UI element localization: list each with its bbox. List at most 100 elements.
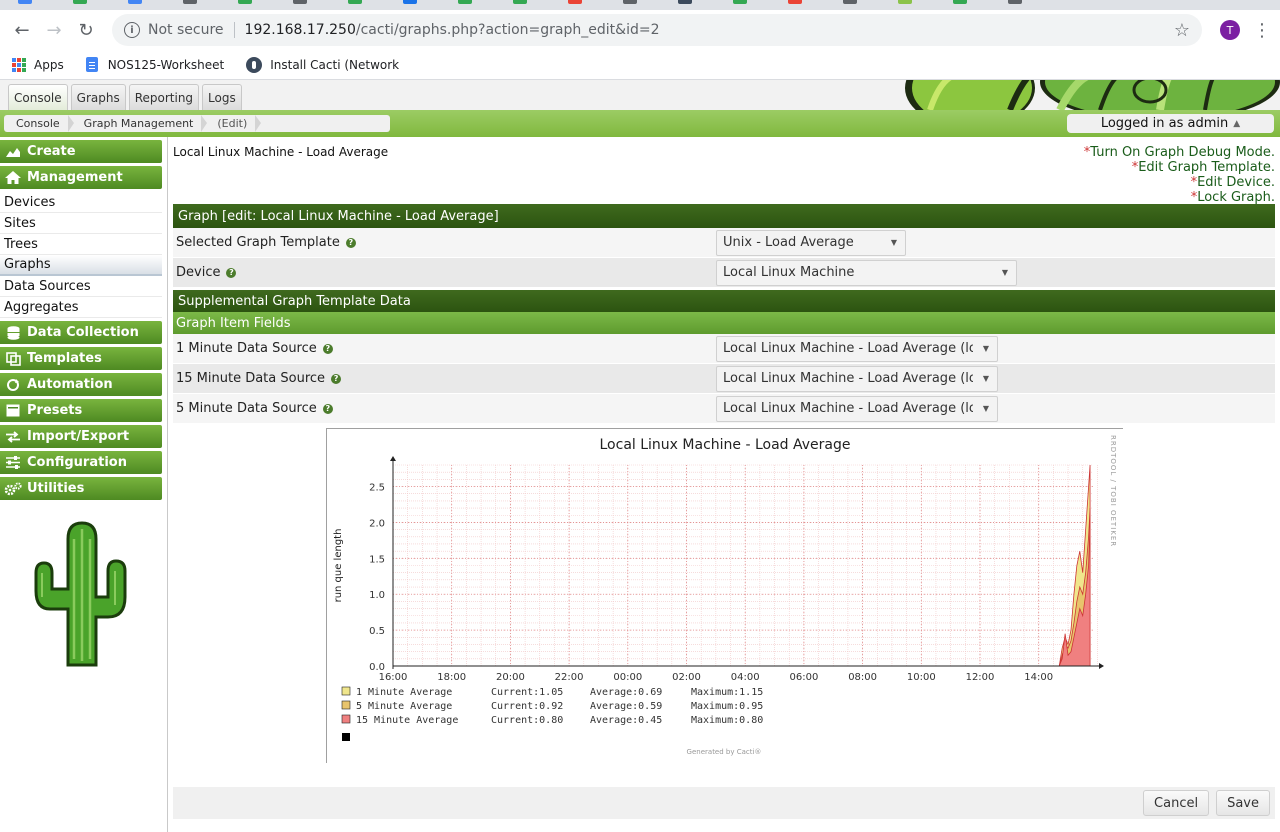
browser-tab-favicon[interactable] [1008, 0, 1022, 4]
reload-icon[interactable]: ↻ [72, 16, 100, 44]
rrdtool-watermark: RRDTOOL / TOBI OETIKER [1109, 435, 1117, 547]
cancel-button[interactable]: Cancel [1143, 790, 1210, 816]
browser-tab-favicon[interactable] [403, 0, 417, 4]
copy-icon [4, 351, 22, 366]
help-icon[interactable]: ? [322, 343, 333, 354]
action-edit-device[interactable]: *Edit Device. [1084, 175, 1275, 190]
device-select[interactable]: Local Linux Machine ▼ [716, 259, 1017, 286]
browser-tab-favicon[interactable] [128, 0, 142, 4]
bookmark-apps[interactable]: Apps [12, 57, 64, 72]
x-tick-label: 18:00 [437, 672, 466, 683]
bookmark-install-cacti[interactable]: Install Cacti (Network [246, 56, 400, 73]
breadcrumb-console[interactable]: Console [4, 115, 74, 132]
browser-tab-favicon[interactable] [183, 0, 197, 4]
help-icon[interactable]: ? [331, 373, 342, 384]
browser-tab-favicon[interactable] [678, 0, 692, 4]
save-button[interactable]: Save [1216, 790, 1270, 816]
action-label: Turn On Graph Debug Mode. [1090, 145, 1275, 160]
generated-by-label: Generated by Cacti® [687, 748, 762, 756]
x-tick-label: 08:00 [848, 672, 877, 683]
tab-graphs[interactable]: Graphs [70, 84, 126, 110]
presets-icon [4, 404, 22, 418]
sidebar-data-collection[interactable]: Data Collection [0, 321, 162, 344]
legend-current: Current:0.92 [491, 701, 563, 712]
1min-ds-select[interactable]: Local Linux Machine - Load Average (load… [716, 335, 998, 362]
cacti-banner-art [860, 80, 1280, 110]
sidebar-item-aggregates[interactable]: Aggregates [0, 297, 162, 318]
field-label: Selected Graph Template? [173, 235, 716, 250]
breadcrumb-edit: (Edit) [205, 115, 262, 132]
browser-menu-icon[interactable]: ⋮ [1252, 20, 1272, 41]
tab-console[interactable]: Console [8, 84, 68, 110]
x-tick-label: 16:00 [379, 672, 408, 683]
chevron-down-icon: ▼ [1001, 268, 1008, 277]
legend-maximum: Maximum:0.95 [691, 701, 763, 712]
browser-tab-favicon[interactable] [953, 0, 967, 4]
browser-tab-favicon[interactable] [18, 0, 32, 4]
sidebar-item-trees[interactable]: Trees [0, 234, 162, 255]
action-lock-graph[interactable]: *Lock Graph. [1084, 190, 1275, 205]
sidebar-create[interactable]: Create [0, 140, 162, 163]
x-tick-label: 20:00 [496, 672, 525, 683]
bookmark-nos125-worksheet[interactable]: NOS125-Worksheet [85, 57, 225, 72]
15min-ds-select[interactable]: Local Linux Machine - Load Average (load… [716, 365, 998, 392]
bookmark-star-icon[interactable]: ☆ [1174, 20, 1190, 41]
help-icon[interactable]: ? [322, 403, 333, 414]
browser-tab-favicon[interactable] [238, 0, 252, 4]
5min-ds-select[interactable]: Local Linux Machine - Load Average (load… [716, 395, 998, 422]
browser-tab-favicon[interactable] [458, 0, 472, 4]
browser-tab-favicon[interactable] [293, 0, 307, 4]
sidebar-utilities[interactable]: Utilities [0, 477, 162, 500]
sidebar-item-data-sources[interactable]: Data Sources [0, 276, 162, 297]
chevron-down-icon: ▼ [980, 344, 989, 353]
area-chart-icon [4, 145, 22, 159]
browser-tab-favicon[interactable] [73, 0, 87, 4]
browser-tab-favicon[interactable] [733, 0, 747, 4]
browser-tab-favicon[interactable] [568, 0, 582, 4]
url-host: 192.168.17.250 [244, 22, 356, 38]
browser-tab-favicon[interactable] [348, 0, 362, 4]
action-edit-template[interactable]: *Edit Graph Template. [1084, 160, 1275, 175]
sidebar-configuration[interactable]: Configuration [0, 451, 162, 474]
back-icon[interactable]: ← [8, 16, 36, 44]
sidebar-presets[interactable]: Presets [0, 399, 162, 422]
logged-in-label: Logged in as admin [1100, 116, 1229, 131]
sidebar-management[interactable]: Management [0, 166, 162, 189]
bookmark-label: NOS125-Worksheet [107, 57, 225, 72]
browser-tab-favicon[interactable] [788, 0, 802, 4]
field-row-device: Device? Local Linux Machine ▼ [173, 258, 1275, 288]
bookmark-label: Install Cacti (Network [270, 57, 400, 72]
sidebar-item-devices[interactable]: Devices [0, 192, 162, 213]
address-separator [233, 22, 235, 38]
action-debug-mode[interactable]: *Turn On Graph Debug Mode. [1084, 145, 1275, 160]
sidebar-item-sites[interactable]: Sites [0, 213, 162, 234]
help-icon[interactable]: ? [226, 267, 237, 278]
field-label-text: 5 Minute Data Source [176, 401, 317, 416]
sidebar-templates[interactable]: Templates [0, 347, 162, 370]
browser-tab-strip[interactable] [0, 0, 1280, 10]
address-bar[interactable]: i Not secure 192.168.17.250/cacti/graphs… [112, 14, 1202, 46]
user-menu[interactable]: Logged in as admin ▲ [1067, 114, 1274, 133]
info-icon[interactable]: i [124, 22, 140, 38]
sidebar-automation[interactable]: Automation [0, 373, 162, 396]
browser-tab-favicon[interactable] [513, 0, 527, 4]
action-label: Edit Graph Template. [1138, 160, 1275, 175]
sidebar-item-graphs[interactable]: Graphs [0, 255, 162, 276]
browser-tab-favicon[interactable] [898, 0, 912, 4]
tab-reporting[interactable]: Reporting [128, 84, 200, 110]
exchange-arrows-icon [4, 430, 22, 444]
bookmarks-bar: Apps NOS125-Worksheet Install Cacti (Net… [0, 50, 1280, 80]
sidebar-management-label: Management [27, 170, 123, 185]
browser-tab-favicon[interactable] [843, 0, 857, 4]
browser-tab-favicon[interactable] [623, 0, 637, 4]
help-icon[interactable]: ? [345, 237, 356, 248]
apps-grid-icon [12, 57, 26, 72]
cacti-logo [34, 521, 127, 667]
forward-icon[interactable]: → [40, 16, 68, 44]
field-row-15min-ds: 15 Minute Data Source? Local Linux Machi… [173, 364, 1275, 394]
breadcrumb-graph-management[interactable]: Graph Management [72, 115, 208, 132]
tab-logs[interactable]: Logs [202, 84, 242, 110]
profile-avatar[interactable]: T [1220, 20, 1240, 40]
sidebar-import-export[interactable]: Import/Export [0, 425, 162, 448]
graph-template-select[interactable]: Unix - Load Average ▼ [716, 229, 906, 256]
